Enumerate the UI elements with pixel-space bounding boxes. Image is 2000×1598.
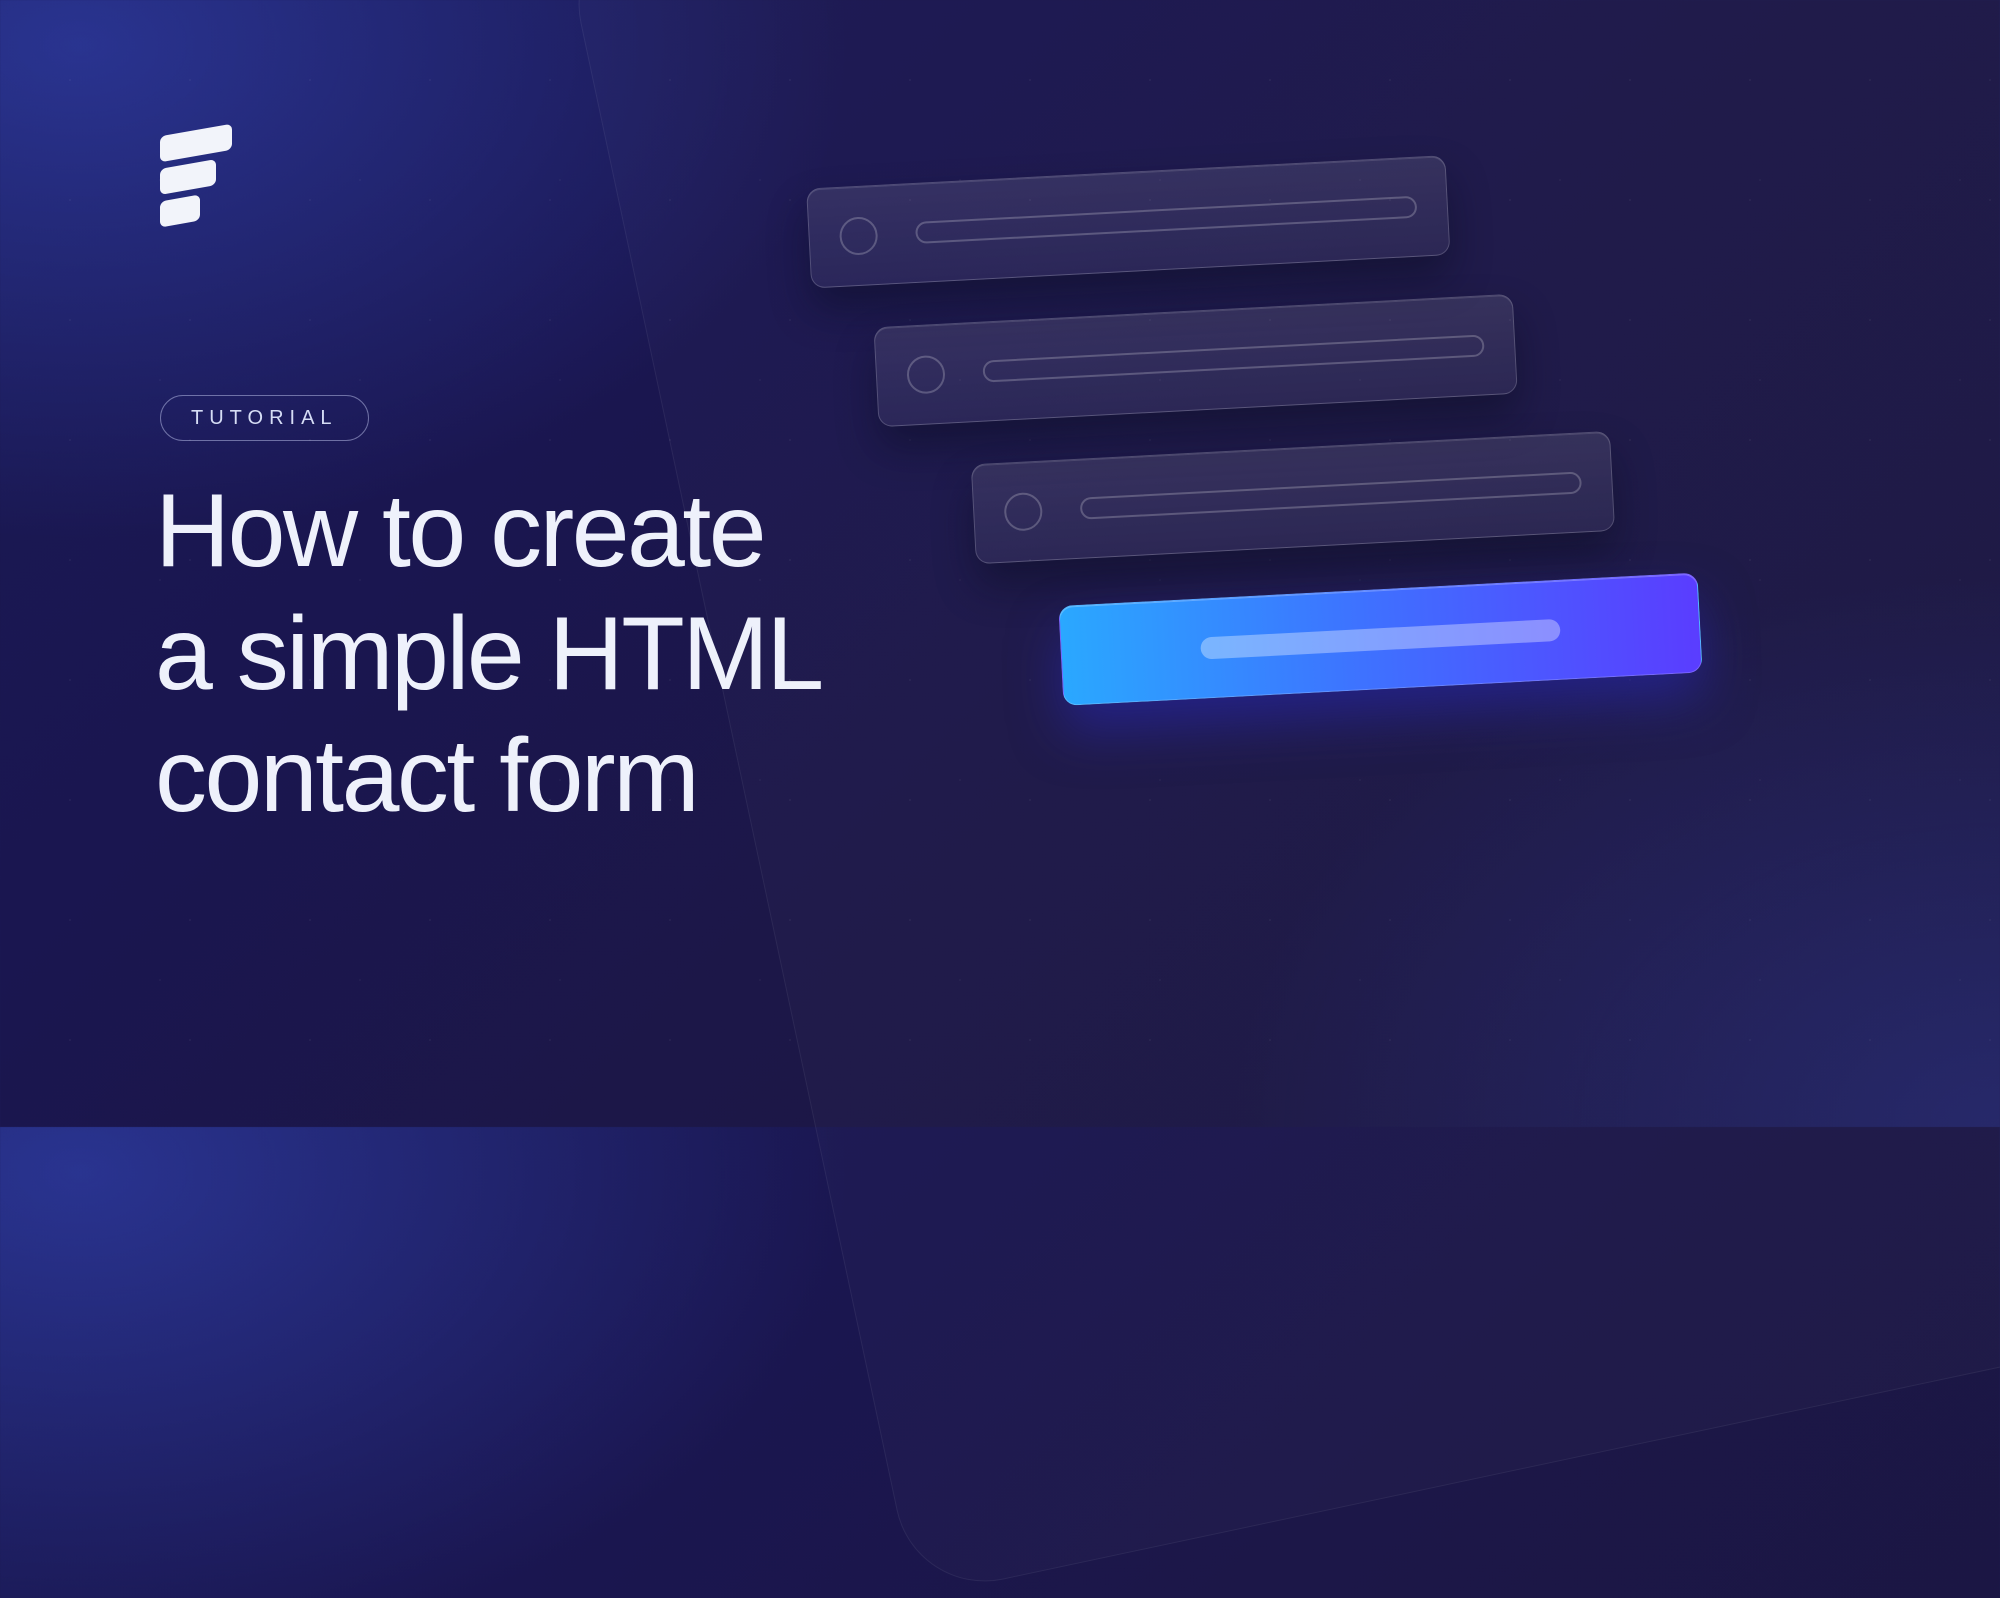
input-placeholder-bar: [915, 196, 1417, 244]
headline-line-1: How to create: [155, 470, 822, 593]
radio-icon: [839, 216, 879, 256]
category-badge: TUTORIAL: [160, 395, 369, 441]
form-visualization: [806, 132, 1914, 748]
brand-logo-icon: [160, 130, 240, 230]
headline-line-2: a simple HTML: [155, 593, 822, 716]
radio-icon: [906, 355, 946, 395]
form-submit-placeholder: [1058, 573, 1702, 706]
form-field-placeholder: [971, 431, 1615, 564]
radio-icon: [1003, 492, 1043, 532]
input-placeholder-bar: [1080, 471, 1582, 519]
form-field-placeholder: [873, 294, 1517, 427]
headline-line-3: contact form: [155, 715, 822, 838]
page-title: How to create a simple HTML contact form: [155, 470, 822, 838]
category-badge-label: TUTORIAL: [191, 407, 338, 430]
submit-placeholder-bar: [1200, 619, 1561, 660]
form-field-placeholder: [806, 155, 1450, 288]
input-placeholder-bar: [982, 334, 1484, 382]
